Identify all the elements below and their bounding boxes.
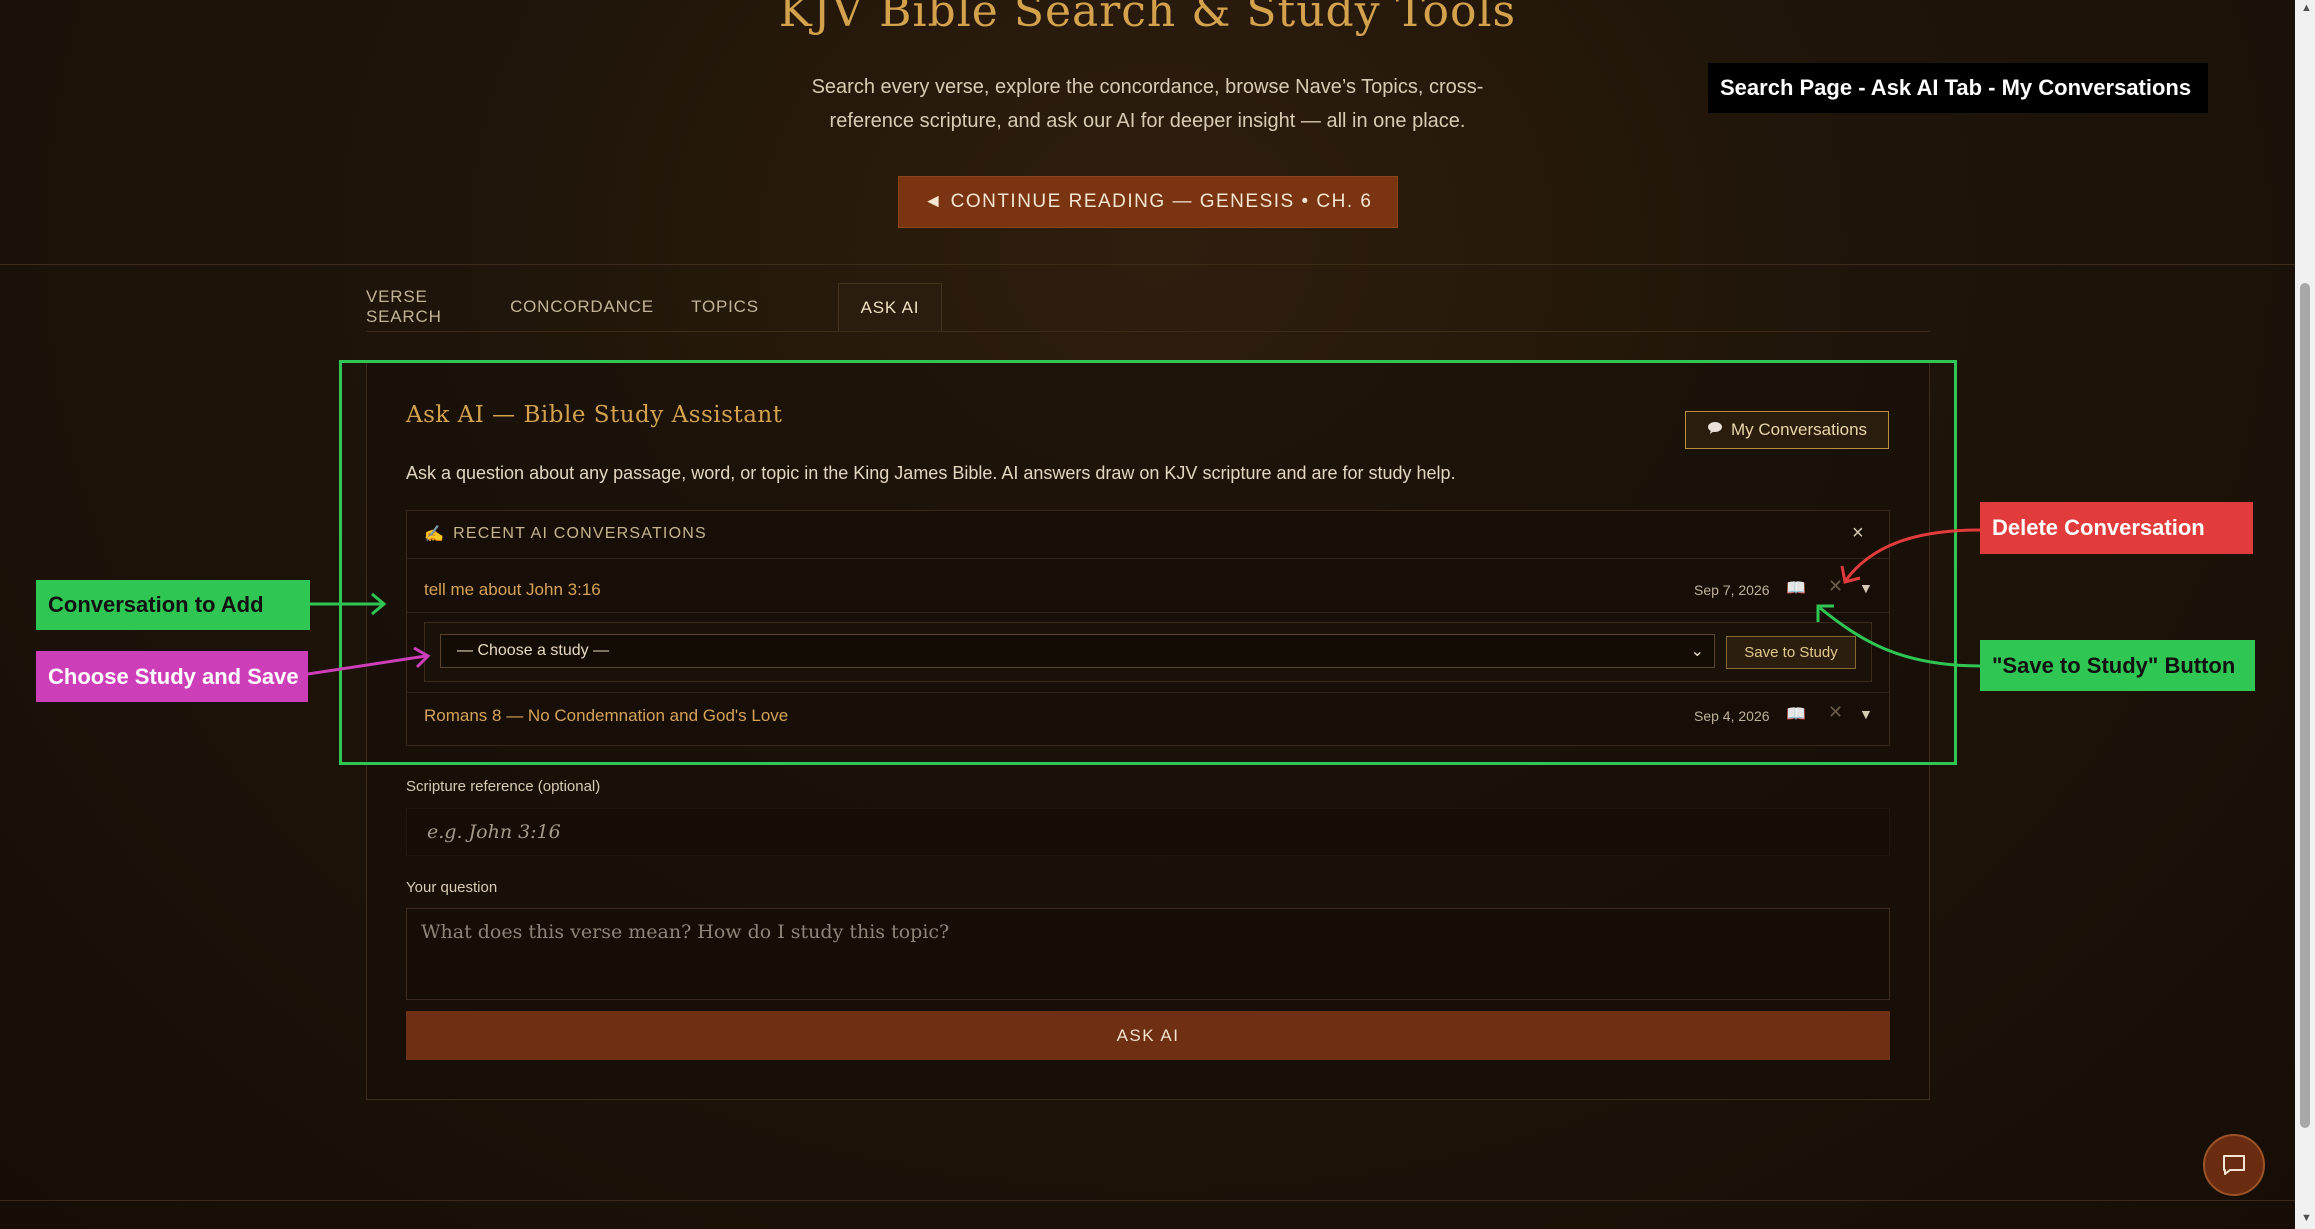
scroll-down-icon[interactable]: ▼ xyxy=(2301,1212,2312,1224)
footer-divider xyxy=(0,1200,2295,1201)
save-to-study-arrow xyxy=(1816,604,1981,668)
delete-conversation-arrow xyxy=(1840,528,1981,584)
scrollbar-thumb[interactable] xyxy=(2300,283,2310,1128)
annotation-arrows xyxy=(307,528,1981,676)
conversation-to-add-arrow xyxy=(310,592,387,616)
scroll-up-icon[interactable]: ▲ xyxy=(2301,2,2312,14)
choose-study-arrow xyxy=(307,646,431,676)
chat-button[interactable] xyxy=(2203,1134,2265,1196)
chat-icon xyxy=(2223,1155,2245,1175)
